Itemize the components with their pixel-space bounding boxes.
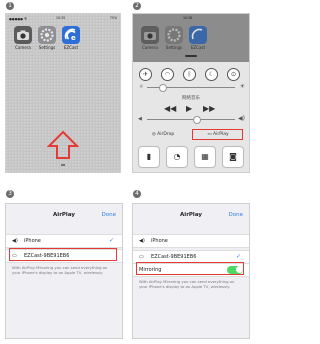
airplay-highlight-box: [192, 129, 243, 140]
volume-high-icon: ◀): [238, 115, 245, 122]
iphone-row[interactable]: ◀) iPhone ✓: [6, 234, 122, 248]
mirroring-note: With AirPlay Mirroring you can send ever…: [12, 265, 108, 275]
step-2-badge: 2: [133, 2, 141, 10]
camera-app-label: Camera: [142, 45, 158, 50]
clock-icon: ◔: [173, 152, 181, 161]
next-track-button[interactable]: ▶▶: [203, 104, 215, 113]
rotation-lock-toggle[interactable]: ⊙: [227, 68, 240, 81]
volume-slider[interactable]: [147, 119, 235, 121]
iphone-label: iPhone: [151, 238, 168, 244]
home-screen-background: 10:36 Camera Settings EZCast: [133, 14, 249, 62]
rotation-lock-icon: ⊙: [230, 71, 237, 78]
grabber-handle[interactable]: [185, 55, 197, 57]
airplane-icon: ✈: [142, 71, 149, 78]
flashlight-icon: ▮: [146, 152, 152, 161]
previous-track-button[interactable]: ◀◀: [164, 104, 176, 113]
brightness-knob[interactable]: [159, 84, 167, 92]
airplane-mode-toggle[interactable]: ✈: [139, 68, 152, 81]
camera-button[interactable]: ◙: [222, 146, 244, 168]
bluetooth-icon: ᛒ: [187, 71, 192, 78]
play-button[interactable]: ▶: [186, 104, 192, 113]
bluetooth-toggle[interactable]: ᛒ: [183, 68, 196, 81]
do-not-disturb-toggle[interactable]: ☾: [205, 68, 218, 81]
calculator-icon: ▦: [201, 152, 209, 161]
volume-knob[interactable]: [193, 116, 201, 124]
settings-icon: [40, 28, 54, 42]
mirroring-highlight-box: [136, 262, 244, 275]
camera-icon: [144, 32, 156, 40]
mirroring-note: With AirPlay Mirroring you can send ever…: [139, 279, 235, 289]
calculator-button[interactable]: ▦: [194, 146, 216, 168]
tv-icon: ▭: [139, 254, 144, 260]
ezcast-app-icon: [189, 26, 207, 44]
ezcast-icon: e: [64, 28, 76, 42]
step-1-badge: 1: [6, 2, 14, 10]
page-indicator: [61, 164, 65, 166]
ezcast-icon: [191, 28, 203, 40]
volume-low-icon: ◀: [138, 116, 142, 122]
brightness-low-icon: ☼: [139, 84, 144, 90]
clock-button[interactable]: ◔: [166, 146, 188, 168]
brightness-high-icon: ☀: [239, 83, 245, 90]
speaker-icon: ◀): [12, 238, 18, 244]
step-4-badge: 4: [133, 190, 141, 198]
airplay-sheet-panel: AirPlay Done ◀) iPhone ✓ ▭ EZCast-9BE91E…: [5, 203, 123, 339]
flashlight-button[interactable]: ▮: [138, 146, 160, 168]
iphone-label: iPhone: [24, 238, 41, 244]
airdrop-label: AirDrop: [157, 132, 175, 137]
camera-icon: [17, 30, 29, 40]
airdrop-button[interactable]: ◎ AirDrop: [139, 130, 187, 140]
signal-indicator: ●●●●● 令: [9, 17, 28, 21]
now-playing-title: 网络音乐: [182, 96, 200, 101]
done-button[interactable]: Done: [102, 212, 116, 218]
settings-app-label: Settings: [38, 45, 56, 50]
speaker-icon: ◀): [139, 238, 145, 244]
done-button[interactable]: Done: [229, 212, 243, 218]
settings-app-icon: [165, 26, 183, 44]
status-time: 10:36: [183, 16, 193, 20]
ezcast-app-label: EZCast: [63, 45, 79, 50]
settings-app-label: Settings: [165, 45, 183, 50]
camera-app-label: Camera: [15, 45, 31, 50]
control-center: ✈ ◠ ᛒ ☾ ⊙ ☼ ☀ 网络音乐 ◀◀ ▶ ▶▶ ◀ ◀) ◎ AirDro…: [133, 62, 249, 172]
control-center-panel: 10:36 Camera Settings EZCast ✈ ◠ ᛒ ☾ ⊙ ☼…: [132, 13, 250, 173]
camera-app-icon: [141, 26, 159, 44]
checkmark-icon: ✓: [235, 253, 241, 260]
status-time: 10:35: [56, 16, 66, 20]
moon-icon: ☾: [208, 71, 215, 78]
settings-app-icon[interactable]: [38, 26, 56, 44]
wifi-toggle[interactable]: ◠: [161, 68, 174, 81]
status-bar: ●●●●● 令 10:35 75%: [6, 14, 120, 22]
settings-icon: [167, 28, 181, 42]
iphone-row[interactable]: ◀) iPhone: [133, 234, 249, 248]
battery-level: 75%: [109, 16, 117, 20]
ezcast-app-icon[interactable]: e: [62, 26, 80, 44]
ezcast-device-label: EZCast-9BE91EB6: [151, 254, 197, 260]
camera-icon: ◙: [229, 152, 237, 161]
swipe-up-arrow-icon: [47, 130, 79, 159]
step-3-badge: 3: [6, 190, 14, 198]
checkmark-icon: ✓: [108, 237, 114, 244]
camera-app-icon[interactable]: [14, 26, 32, 44]
wifi-icon: ◠: [164, 71, 171, 78]
ezcast-app-label: EZCast: [190, 45, 206, 50]
home-screen-panel: ●●●●● 令 10:35 75% Camera Settings e EZCa…: [5, 13, 121, 173]
airplay-mirroring-panel: AirPlay Done ◀) iPhone ▭ EZCast-9BE91EB6…: [132, 203, 250, 339]
svg-text:e: e: [71, 34, 76, 42]
device-highlight-box: [9, 248, 117, 261]
